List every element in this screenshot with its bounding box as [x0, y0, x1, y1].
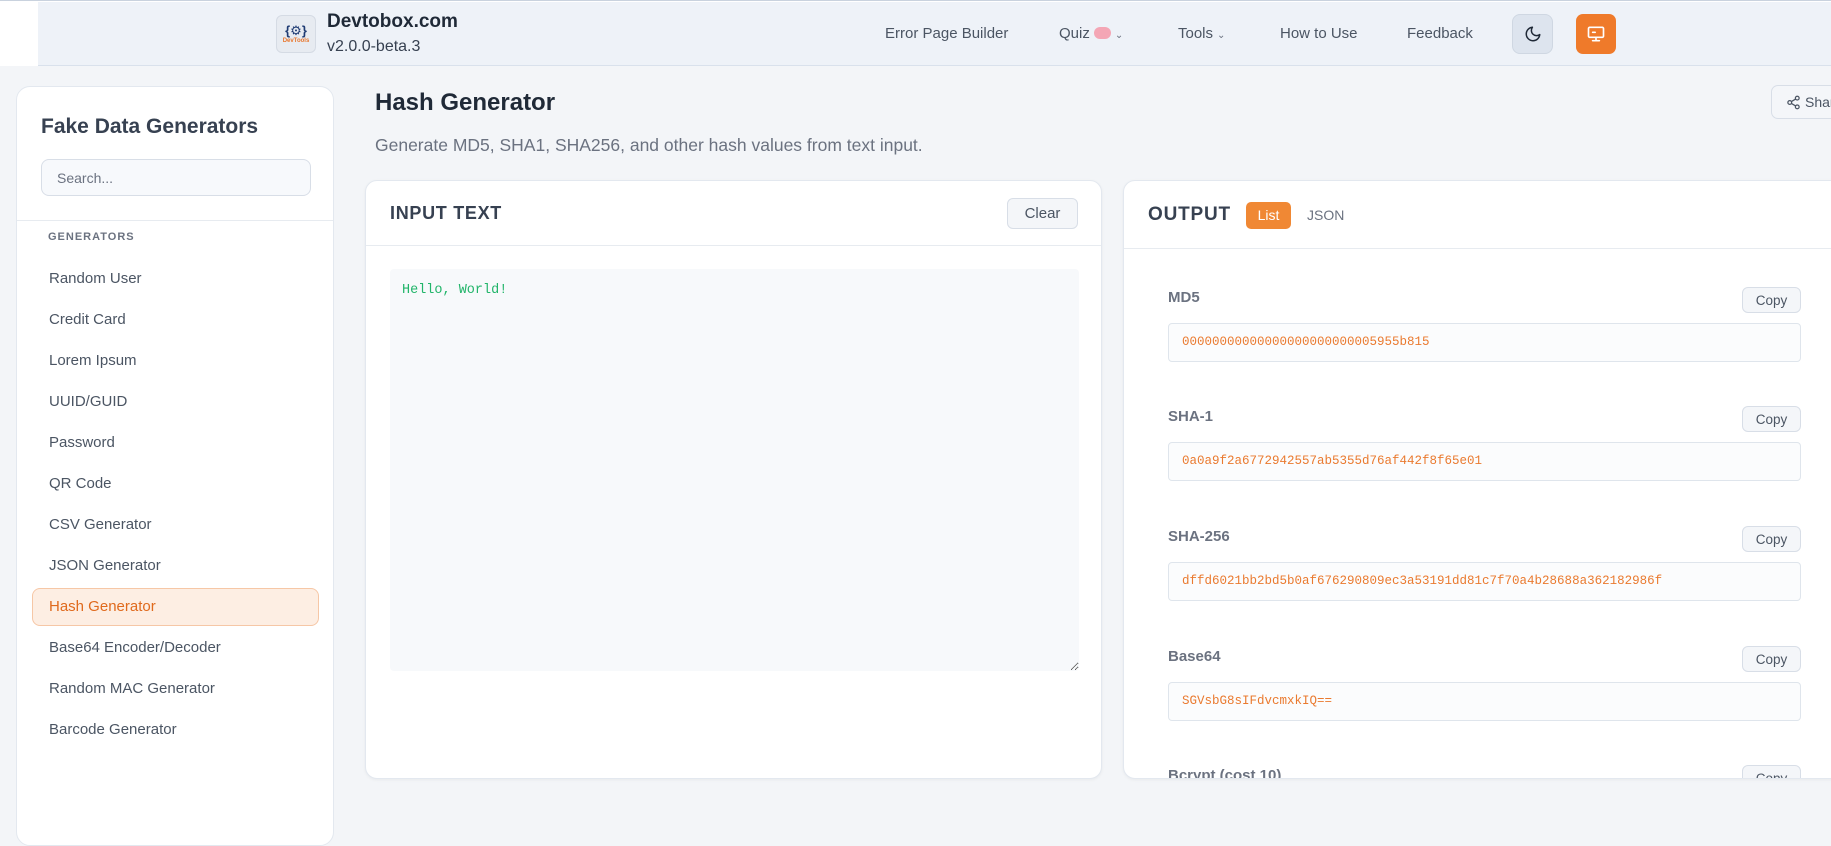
nav-label: How to Use — [1280, 25, 1358, 42]
copy-bcrypt-button[interactable]: Copy — [1742, 765, 1801, 778]
nav-error-page-builder[interactable]: Error Page Builder — [885, 25, 1008, 42]
sidebar-item-random-mac-generator[interactable]: Random MAC Generator — [32, 670, 319, 708]
input-textarea[interactable]: Hello, World! — [390, 269, 1079, 671]
hash-label: Base64 — [1168, 648, 1221, 665]
page-title: Hash Generator — [375, 89, 556, 116]
nav-quiz[interactable]: Quiz ⌄ — [1059, 25, 1123, 42]
share-icon — [1787, 95, 1800, 110]
theme-toggle-button[interactable] — [1512, 14, 1553, 54]
hash-label: Bcrypt (cost 10) — [1168, 767, 1282, 779]
sidebar-item-base64-encoder-decoder[interactable]: Base64 Encoder/Decoder — [32, 629, 319, 667]
sidebar-item-json-generator[interactable]: JSON Generator — [32, 547, 319, 585]
copy-sha256-button[interactable]: Copy — [1742, 526, 1801, 552]
hash-label: MD5 — [1168, 289, 1200, 306]
chevron-down-icon: ⌄ — [1217, 30, 1226, 41]
output-panel: OUTPUT List JSON MD5 Copy 00000000000000… — [1123, 180, 1831, 779]
sidebar-item-qr-code[interactable]: QR Code — [32, 465, 319, 503]
hash-label: SHA-256 — [1168, 528, 1230, 545]
clear-button[interactable]: Clear — [1007, 198, 1078, 229]
logo-mark: {⚙} — [285, 22, 307, 38]
share-button[interactable]: Share — [1771, 85, 1831, 119]
presentation-icon — [1587, 26, 1605, 42]
sidebar: Fake Data Generators GENERATORS Random U… — [16, 86, 334, 846]
input-panel: INPUT TEXT Clear Hello, World! — [365, 180, 1102, 779]
hash-label: SHA-1 — [1168, 408, 1214, 425]
chevron-down-icon: ⌄ — [1114, 30, 1124, 41]
sidebar-item-password[interactable]: Password — [32, 424, 319, 462]
copy-base64-button[interactable]: Copy — [1742, 646, 1801, 672]
sidebar-title: Fake Data Generators — [41, 115, 259, 138]
brand-name[interactable]: Devtobox.com — [327, 11, 458, 33]
output-panel-title: OUTPUT — [1148, 204, 1231, 225]
panel-divider — [1124, 248, 1831, 249]
logo-subtext: DevTools — [282, 37, 310, 44]
site-logo[interactable]: {⚙} DevTools — [276, 15, 316, 53]
share-label: Share — [1805, 94, 1831, 110]
nav-feedback[interactable]: Feedback — [1407, 25, 1473, 42]
moon-icon — [1525, 26, 1540, 42]
sidebar-item-credit-card[interactable]: Credit Card — [32, 301, 319, 339]
page-subtitle: Generate MD5, SHA1, SHA256, and other ha… — [375, 135, 923, 155]
sidebar-item-random-user[interactable]: Random User — [32, 260, 319, 298]
nav-tools[interactable]: Tools ⌄ — [1178, 25, 1225, 42]
brand-version: v2.0.0-beta.3 — [327, 38, 421, 55]
input-panel-title: INPUT TEXT — [390, 203, 503, 223]
sidebar-item-hash-generator[interactable]: Hash Generator — [32, 588, 319, 626]
presentation-mode-button[interactable] — [1576, 14, 1616, 54]
brain-icon — [1093, 27, 1111, 39]
nav-label: Tools — [1178, 25, 1214, 42]
hash-value-sha1[interactable]: 0a0a9f2a6772942557ab5355d76af442f8f65e01 — [1168, 442, 1801, 481]
sidebar-divider — [17, 220, 333, 221]
nav-label: Feedback — [1407, 25, 1473, 42]
hash-value-md5[interactable]: 00000000000000000000000005955b815 — [1168, 323, 1801, 362]
sidebar-item-lorem-ipsum[interactable]: Lorem Ipsum — [32, 342, 319, 380]
copy-sha1-button[interactable]: Copy — [1742, 406, 1801, 432]
copy-md5-button[interactable]: Copy — [1742, 287, 1801, 313]
sidebar-item-csv-generator[interactable]: CSV Generator — [32, 506, 319, 544]
top-navbar: {⚙} DevTools Devtobox.com v2.0.0-beta.3 … — [0, 0, 1831, 66]
nav-how-to-use[interactable]: How to Use — [1280, 25, 1358, 42]
hash-value-sha256[interactable]: dffd6021bb2bd5b0af676290809ec3a53191dd81… — [1168, 562, 1801, 601]
sidebar-search-input[interactable] — [41, 159, 311, 196]
sidebar-item-uuid-guid[interactable]: UUID/GUID — [32, 383, 319, 421]
sidebar-item-barcode-generator[interactable]: Barcode Generator — [32, 711, 319, 749]
sidebar-section-label: GENERATORS — [48, 231, 135, 243]
format-json-tab[interactable]: JSON — [1307, 207, 1344, 223]
panel-divider — [366, 245, 1101, 246]
nav-label: Quiz — [1059, 25, 1090, 42]
hash-value-base64[interactable]: SGVsbG8sIFdvcmxkIQ== — [1168, 682, 1801, 721]
format-list-tab[interactable]: List — [1246, 202, 1291, 229]
nav-label: Error Page Builder — [885, 25, 1009, 42]
